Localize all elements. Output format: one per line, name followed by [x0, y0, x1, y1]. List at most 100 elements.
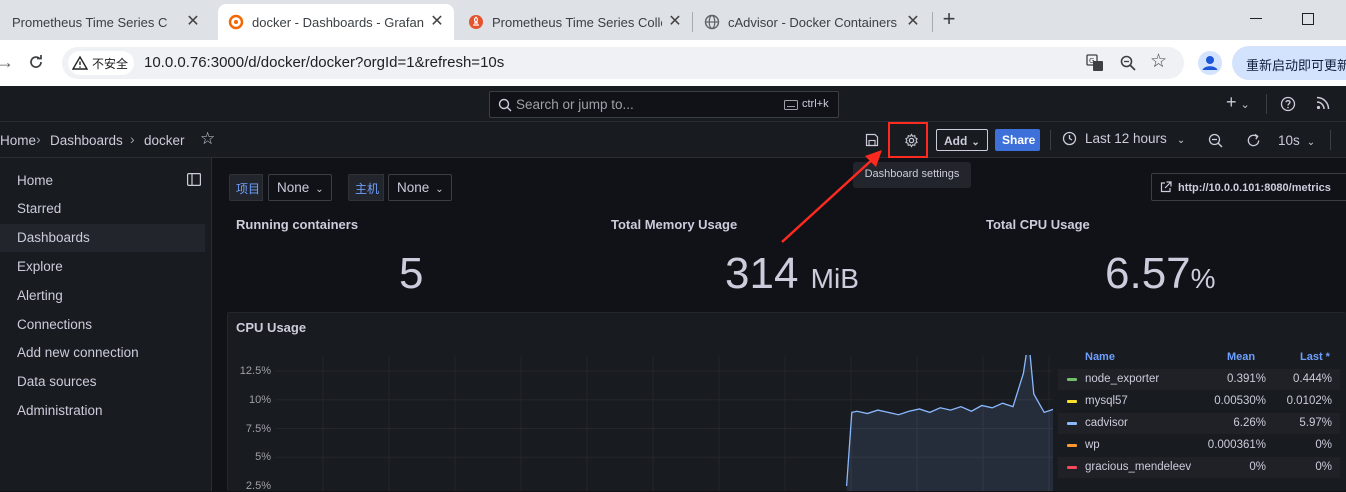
search-input[interactable]: Search or jump to... ctrl+k	[489, 91, 839, 118]
legend-row[interactable]: node_exporter 0.391% 0.444%	[1058, 369, 1340, 390]
stat-value-running-containers: 5	[399, 249, 423, 299]
refresh-interval-picker[interactable]: 10s ⌄	[1278, 133, 1315, 148]
time-range-picker[interactable]: Last 12 hours ⌄	[1062, 131, 1185, 151]
variable-select-host[interactable]: None ⌄	[388, 174, 452, 201]
tab-title: Prometheus Time Series Colle	[12, 14, 168, 30]
variable-select-project[interactable]: None ⌄	[268, 174, 332, 201]
news-rss-icon[interactable]	[1316, 96, 1330, 110]
time-range-label: Last 12 hours	[1085, 131, 1167, 146]
close-tab-icon[interactable]: ✕	[904, 13, 922, 31]
tab-title: docker - Dashboards - Grafan	[252, 14, 424, 30]
breadcrumb-home[interactable]: Home	[0, 133, 40, 148]
sidebar-item-alerting[interactable]: Alerting	[17, 288, 63, 303]
tab-separator	[692, 12, 693, 32]
sidebar-item-starred[interactable]: Starred	[17, 201, 61, 216]
bookmark-star-icon[interactable]: ☆	[1150, 50, 1167, 73]
legend-series-last: 0.0102%	[1286, 395, 1332, 407]
add-label: Add	[944, 134, 968, 148]
browser-tab-prometheus-2[interactable]: Prometheus Time Series Colle ✕	[456, 4, 692, 40]
minimize-window-button[interactable]	[1248, 10, 1264, 26]
chevron-down-icon: ⌄	[971, 137, 980, 148]
sidebar-item-explore[interactable]: Explore	[17, 259, 63, 274]
maximize-window-button[interactable]	[1302, 13, 1314, 25]
new-tab-button[interactable]: +	[938, 8, 960, 30]
close-tab-icon[interactable]: ✕	[666, 13, 684, 31]
sidebar-item-dashboards[interactable]: Dashboards	[17, 230, 90, 245]
sidebar-item-home[interactable]: Home	[17, 173, 53, 188]
search-placeholder: Search or jump to...	[516, 97, 634, 112]
legend-row[interactable]: mysql57 0.00530% 0.0102%	[1058, 391, 1340, 412]
close-tab-icon[interactable]: ✕	[428, 13, 446, 31]
browser-tab-strip: Prometheus Time Series Colle ✕ docker - …	[0, 0, 1346, 40]
legend-series-last: 5.97%	[1299, 417, 1332, 429]
globe-icon	[704, 14, 720, 30]
stat-title-total-cpu: Total CPU Usage	[986, 217, 1090, 232]
divider	[1050, 130, 1051, 150]
stat-value: 6.57	[1105, 249, 1191, 298]
stat-title-running-containers: Running containers	[236, 217, 359, 232]
legend-series-name: node_exporter	[1085, 373, 1160, 385]
legend-series-last: 0%	[1315, 439, 1332, 451]
reload-icon[interactable]	[28, 54, 44, 70]
y-tick-label: 12.5%	[239, 365, 271, 377]
legend-row[interactable]: gracious_mendeleev 0% 0%	[1058, 457, 1340, 478]
profile-avatar-icon[interactable]	[1198, 51, 1222, 75]
series-color-swatch	[1067, 444, 1077, 447]
zoom-icon[interactable]	[1120, 55, 1136, 71]
legend-series-mean: 6.26%	[1233, 417, 1266, 429]
legend-header-name[interactable]: Name	[1085, 351, 1115, 363]
zoom-out-icon[interactable]	[1208, 133, 1223, 148]
sidebar-item-administration[interactable]: Administration	[17, 403, 103, 418]
site-info-chip[interactable]: 不安全	[68, 51, 135, 75]
chevron-right-icon: ›	[130, 131, 135, 147]
url-text[interactable]: 10.0.0.76:3000/d/docker/docker?orgId=1&r…	[144, 54, 504, 71]
address-bar[interactable]: 不安全 10.0.0.76:3000/d/docker/docker?orgId…	[62, 47, 1184, 79]
divider	[1266, 94, 1267, 114]
chevron-down-icon: ⌄	[315, 184, 324, 195]
y-tick-label: 5%	[255, 451, 271, 463]
browser-tab-prometheus-1[interactable]: Prometheus Time Series Colle ✕	[0, 4, 210, 40]
legend-header-mean[interactable]: Mean	[1227, 351, 1255, 363]
chevron-down-icon: ⌄	[435, 184, 444, 195]
series-color-swatch	[1067, 466, 1077, 469]
legend-row[interactable]: cadvisor 6.26% 5.97%	[1058, 413, 1340, 434]
legend-row[interactable]: wp 0.000361% 0%	[1058, 435, 1340, 456]
star-dashboard-icon[interactable]: ☆	[200, 129, 215, 149]
browser-tab-grafana[interactable]: docker - Dashboards - Grafan ✕	[218, 4, 454, 40]
new-menu-button[interactable]: + ⌄	[1226, 92, 1250, 113]
legend-series-name: gracious_mendeleev	[1085, 461, 1192, 473]
grafana-topbar: Search or jump to... ctrl+k + ⌄	[0, 86, 1346, 122]
help-icon[interactable]	[1280, 96, 1296, 112]
search-shortcut: ctrl+k	[802, 98, 829, 110]
metrics-link-button[interactable]: http://10.0.0.101:8080/metrics	[1151, 173, 1346, 201]
series-color-swatch	[1067, 422, 1077, 425]
cpu-usage-plot	[275, 355, 1053, 491]
share-button[interactable]: Share	[995, 129, 1040, 151]
breadcrumb-bar: Home › Dashboards › docker ☆ Add ⌄ Share …	[0, 122, 1346, 158]
gear-icon[interactable]	[904, 133, 919, 148]
breadcrumb-current: docker	[144, 133, 185, 148]
chevron-right-icon: ›	[36, 131, 41, 147]
not-secure-label: 不安全	[92, 56, 129, 71]
sidebar-item-connections[interactable]: Connections	[17, 317, 92, 332]
breadcrumb-dashboards[interactable]: Dashboards	[50, 133, 123, 148]
nav-sidebar: Home Starred Dashboards Explore Alerting…	[0, 158, 212, 491]
sidebar-item-data-sources[interactable]: Data sources	[17, 374, 97, 389]
restart-to-update-button[interactable]: 重新启动即可更新	[1232, 46, 1346, 80]
refresh-icon[interactable]	[1246, 133, 1261, 148]
legend-series-mean: 0.00530%	[1214, 395, 1266, 407]
add-button[interactable]: Add ⌄	[936, 129, 988, 151]
metrics-link-label: http://10.0.0.101:8080/metrics	[1178, 182, 1331, 194]
translate-icon[interactable]: G	[1086, 54, 1104, 72]
sidebar-item-add-new-connection[interactable]: Add new connection	[17, 345, 139, 360]
annotation-arrow	[781, 150, 882, 243]
browser-toolbar: → 不安全 10.0.0.76:3000/d/docker/docker?org…	[0, 40, 1346, 86]
legend-header-last[interactable]: Last *	[1300, 351, 1330, 363]
tab-separator	[932, 12, 933, 32]
dock-menu-icon[interactable]	[187, 173, 201, 186]
keyboard-icon	[784, 100, 798, 110]
close-tab-icon[interactable]: ✕	[184, 13, 202, 31]
grafana-favicon-icon	[228, 14, 244, 30]
browser-tab-cadvisor[interactable]: cAdvisor - Docker Containers ✕	[694, 4, 930, 40]
forward-icon[interactable]: →	[0, 52, 14, 73]
